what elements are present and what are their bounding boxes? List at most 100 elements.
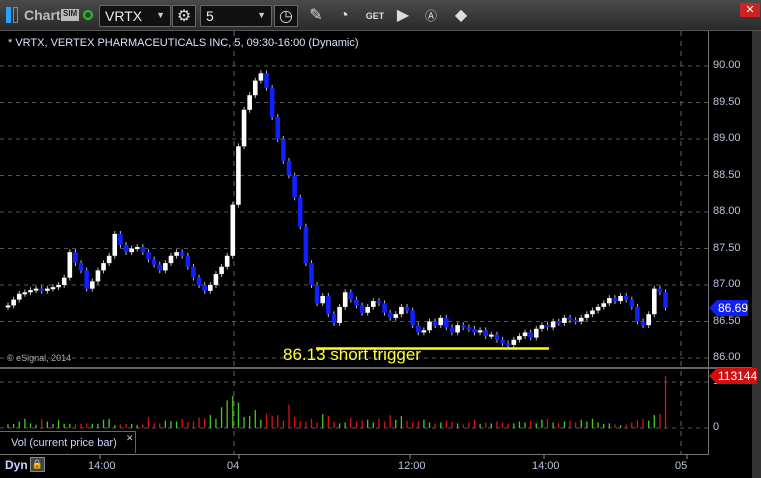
candle	[39, 288, 45, 291]
candle	[33, 288, 39, 291]
candle	[539, 325, 545, 329]
candle	[432, 321, 438, 326]
candle	[297, 197, 303, 227]
time-tick-label: 14:00	[532, 460, 560, 472]
candle	[45, 288, 50, 291]
candle	[185, 255, 191, 267]
price-chart[interactable]	[0, 0, 761, 478]
candle	[472, 328, 477, 333]
candle	[545, 325, 550, 328]
time-tick-label: 14:00	[88, 460, 116, 472]
candle	[342, 292, 348, 307]
candle	[466, 327, 472, 330]
candle	[477, 330, 483, 333]
candle	[635, 306, 640, 322]
candle	[601, 303, 607, 307]
candle	[623, 295, 629, 300]
candle	[393, 314, 399, 318]
price-tick-label: 88.50	[713, 168, 741, 181]
candle	[90, 281, 95, 289]
close-study-icon[interactable]: ✕	[126, 433, 134, 444]
candle	[123, 244, 129, 253]
trigger-annotation: 86.13 short trigger	[283, 345, 421, 364]
candle	[179, 252, 185, 256]
candle	[22, 292, 28, 295]
candle	[191, 266, 196, 278]
candle	[421, 330, 427, 333]
candle	[489, 334, 494, 337]
price-tick-label: 87.50	[713, 241, 741, 254]
candle	[646, 314, 651, 326]
candle	[584, 314, 590, 318]
candle	[359, 305, 365, 313]
candle	[376, 301, 382, 304]
last-price-badge: 86.69	[709, 300, 749, 316]
candle	[11, 299, 16, 306]
candle	[196, 277, 202, 285]
candle	[320, 295, 326, 304]
candle	[73, 252, 78, 264]
candle	[129, 248, 134, 253]
price-tick-label: 89.50	[713, 95, 741, 108]
candle	[314, 285, 320, 304]
candle	[247, 95, 252, 110]
candle	[208, 285, 213, 291]
candle	[101, 263, 106, 271]
candle	[230, 204, 236, 256]
last-volume-badge: 113144	[709, 368, 758, 384]
candle	[292, 175, 297, 198]
candle	[275, 117, 281, 139]
candle	[78, 263, 84, 271]
candle	[573, 320, 578, 323]
candle	[365, 306, 370, 313]
candle	[16, 293, 22, 300]
volume-tick-label: 0	[713, 421, 720, 433]
candle	[95, 270, 101, 282]
candle	[354, 299, 359, 306]
candle	[84, 270, 89, 289]
candle	[219, 266, 224, 275]
candle	[556, 321, 562, 324]
candle	[618, 295, 623, 302]
candle	[657, 288, 663, 293]
candle	[455, 325, 460, 333]
price-tick-label: 89.00	[713, 132, 741, 144]
candle	[281, 139, 286, 161]
candle	[382, 303, 387, 313]
time-axis-border	[0, 454, 709, 455]
candle	[326, 295, 331, 315]
copyright: © eSignal, 2014	[7, 353, 72, 363]
candle	[303, 226, 309, 264]
candle	[399, 306, 404, 315]
chart-title: * VRTX, VERTEX PHARMACEUTICALS INC, 5, 0…	[8, 37, 359, 49]
lock-icon[interactable]: 🔒	[30, 457, 45, 472]
pane-separator	[0, 367, 752, 369]
dyn-label[interactable]: Dyn	[5, 458, 28, 472]
candle	[427, 321, 432, 331]
candle	[640, 321, 646, 326]
candle	[151, 259, 157, 265]
candle	[286, 160, 292, 176]
candle	[562, 317, 567, 323]
candle	[258, 73, 264, 81]
right-frame	[752, 31, 761, 478]
time-tick-label: 12:00	[398, 460, 426, 472]
volume-study-label[interactable]: Vol (current price bar)	[0, 431, 136, 453]
candle	[415, 325, 421, 333]
candle	[331, 314, 337, 323]
candle	[252, 80, 258, 96]
candle	[337, 306, 342, 323]
candle	[264, 73, 269, 88]
candle	[348, 292, 354, 300]
price-tick-label: 90.00	[713, 59, 741, 71]
candle	[213, 274, 219, 285]
price-tick-label: 86.50	[713, 314, 741, 327]
candle	[595, 306, 601, 311]
candle	[202, 285, 207, 291]
candle	[522, 332, 528, 337]
candle	[404, 306, 410, 311]
candle	[118, 233, 123, 245]
candle	[550, 321, 556, 328]
candle	[168, 255, 174, 264]
candle	[500, 339, 505, 344]
